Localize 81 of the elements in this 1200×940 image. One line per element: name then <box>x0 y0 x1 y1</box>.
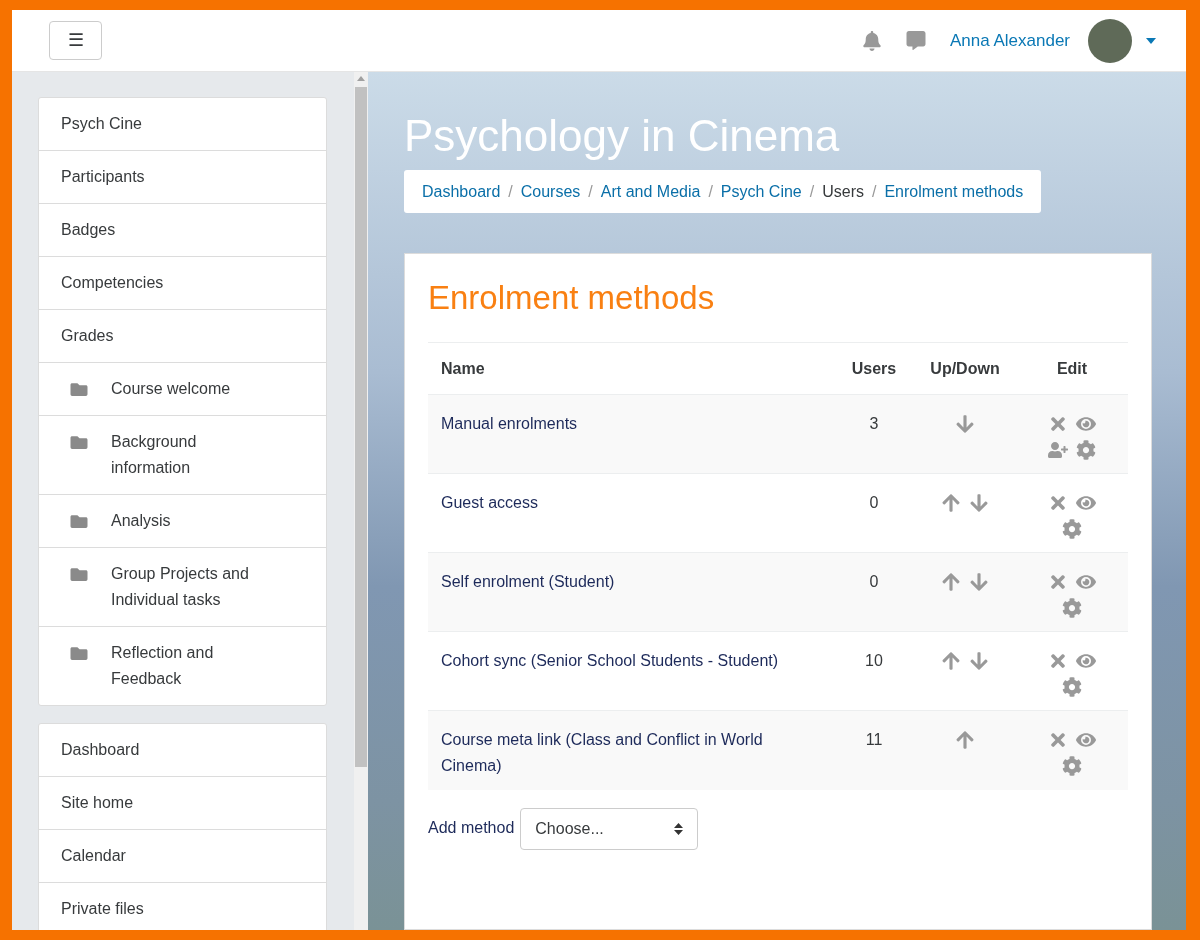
nav-link[interactable]: Dashboard <box>39 724 326 776</box>
folder-icon <box>69 434 89 451</box>
move-down-icon[interactable] <box>955 414 975 434</box>
column-header: Up/Down <box>914 342 1016 395</box>
move-up-icon[interactable] <box>941 651 961 671</box>
move-down-icon[interactable] <box>969 651 989 671</box>
settings-icon[interactable] <box>1062 677 1082 697</box>
delete-icon[interactable] <box>1048 414 1068 434</box>
breadcrumb-separator: / <box>872 181 877 202</box>
nav-link[interactable]: Site home <box>39 776 326 829</box>
users-count: 3 <box>869 415 879 432</box>
method-name-link[interactable]: Cohort sync (Senior School Students - Student) <box>441 648 814 674</box>
delete-icon[interactable] <box>1048 493 1068 513</box>
folder-icon <box>69 566 89 583</box>
move-up-icon[interactable] <box>941 572 961 592</box>
eye-icon[interactable] <box>1076 730 1096 750</box>
course-title: Psychology in Cinema <box>404 112 841 160</box>
menu-button[interactable]: ☰ <box>49 21 102 60</box>
section-link[interactable]: Background information <box>39 415 326 494</box>
section-link[interactable]: Reflection and Feedback <box>39 626 326 705</box>
folder-icon <box>69 513 89 530</box>
add-method-select[interactable]: Choose... <box>520 807 699 850</box>
section-link[interactable]: Analysis <box>39 494 326 547</box>
nav-link[interactable]: Calendar <box>39 829 326 882</box>
breadcrumb-link[interactable]: Enrolment methods <box>884 179 1024 204</box>
settings-icon[interactable] <box>1062 598 1082 618</box>
nav-link[interactable]: Private files <box>39 882 326 930</box>
settings-icon[interactable] <box>1062 519 1082 539</box>
user-name-link[interactable]: Anna Alexander <box>949 27 1070 54</box>
nav-link[interactable]: Badges <box>39 203 326 256</box>
breadcrumb-separator: / <box>588 181 593 202</box>
column-header: Edit <box>1016 342 1128 395</box>
scroll-up-arrow-icon[interactable] <box>357 76 365 81</box>
method-name-link[interactable]: Manual enrolments <box>441 411 814 437</box>
nav-link[interactable]: Competencies <box>39 256 326 309</box>
breadcrumb-link[interactable]: Courses <box>520 179 581 204</box>
section-link[interactable]: Course welcome <box>39 362 326 415</box>
section-link[interactable]: Group Projects and Individual tasks <box>39 547 326 626</box>
nav-link[interactable]: Psych Cine <box>39 98 326 150</box>
users-count: 0 <box>869 573 879 590</box>
move-up-icon[interactable] <box>941 493 961 513</box>
breadcrumb-current-page: Users <box>822 181 864 202</box>
enrol-users-icon[interactable] <box>1048 440 1068 460</box>
notification-bell-icon[interactable] <box>861 30 882 51</box>
page-heading: Enrolment methods <box>428 278 716 318</box>
eye-icon[interactable] <box>1076 651 1096 671</box>
breadcrumb-separator: / <box>708 181 713 202</box>
delete-icon[interactable] <box>1048 730 1068 750</box>
select-arrows-icon <box>674 822 684 835</box>
eye-icon[interactable] <box>1076 493 1096 513</box>
nav-link[interactable]: Grades <box>39 309 326 362</box>
settings-icon[interactable] <box>1062 756 1082 776</box>
eye-icon[interactable] <box>1076 414 1096 434</box>
method-name-link[interactable]: Course meta link (Class and Conflict in World Cinema) <box>441 727 814 779</box>
folder-icon <box>69 645 89 662</box>
method-name-link[interactable]: Self enrolment (Student) <box>441 569 814 595</box>
scrollbar-thumb[interactable] <box>355 87 367 767</box>
caret-icon[interactable] <box>1146 37 1156 44</box>
nav-link[interactable]: Participants <box>39 150 326 203</box>
move-down-icon[interactable] <box>969 572 989 592</box>
avatar[interactable] <box>1088 18 1132 63</box>
add-method-label: Add method <box>428 817 515 838</box>
eye-icon[interactable] <box>1076 572 1096 592</box>
folder-icon <box>69 381 89 398</box>
breadcrumb-separator: / <box>508 181 513 202</box>
breadcrumb-link[interactable]: Art and Media <box>600 179 701 204</box>
delete-icon[interactable] <box>1048 651 1068 671</box>
method-name-link[interactable]: Guest access <box>441 490 814 516</box>
breadcrumb-separator: / <box>809 181 815 202</box>
delete-icon[interactable] <box>1048 572 1068 592</box>
breadcrumb-link[interactable]: Psych Cine <box>720 179 802 204</box>
move-up-icon[interactable] <box>955 730 975 750</box>
settings-icon[interactable] <box>1076 440 1096 460</box>
column-header: Users <box>834 342 914 395</box>
users-count: 10 <box>865 652 883 669</box>
messages-icon[interactable] <box>905 31 926 50</box>
move-down-icon[interactable] <box>969 493 989 513</box>
breadcrumb-link[interactable]: Dashboard <box>422 179 501 204</box>
users-count: 0 <box>869 494 879 511</box>
users-count: 11 <box>865 731 883 748</box>
column-header: Name <box>428 342 834 395</box>
